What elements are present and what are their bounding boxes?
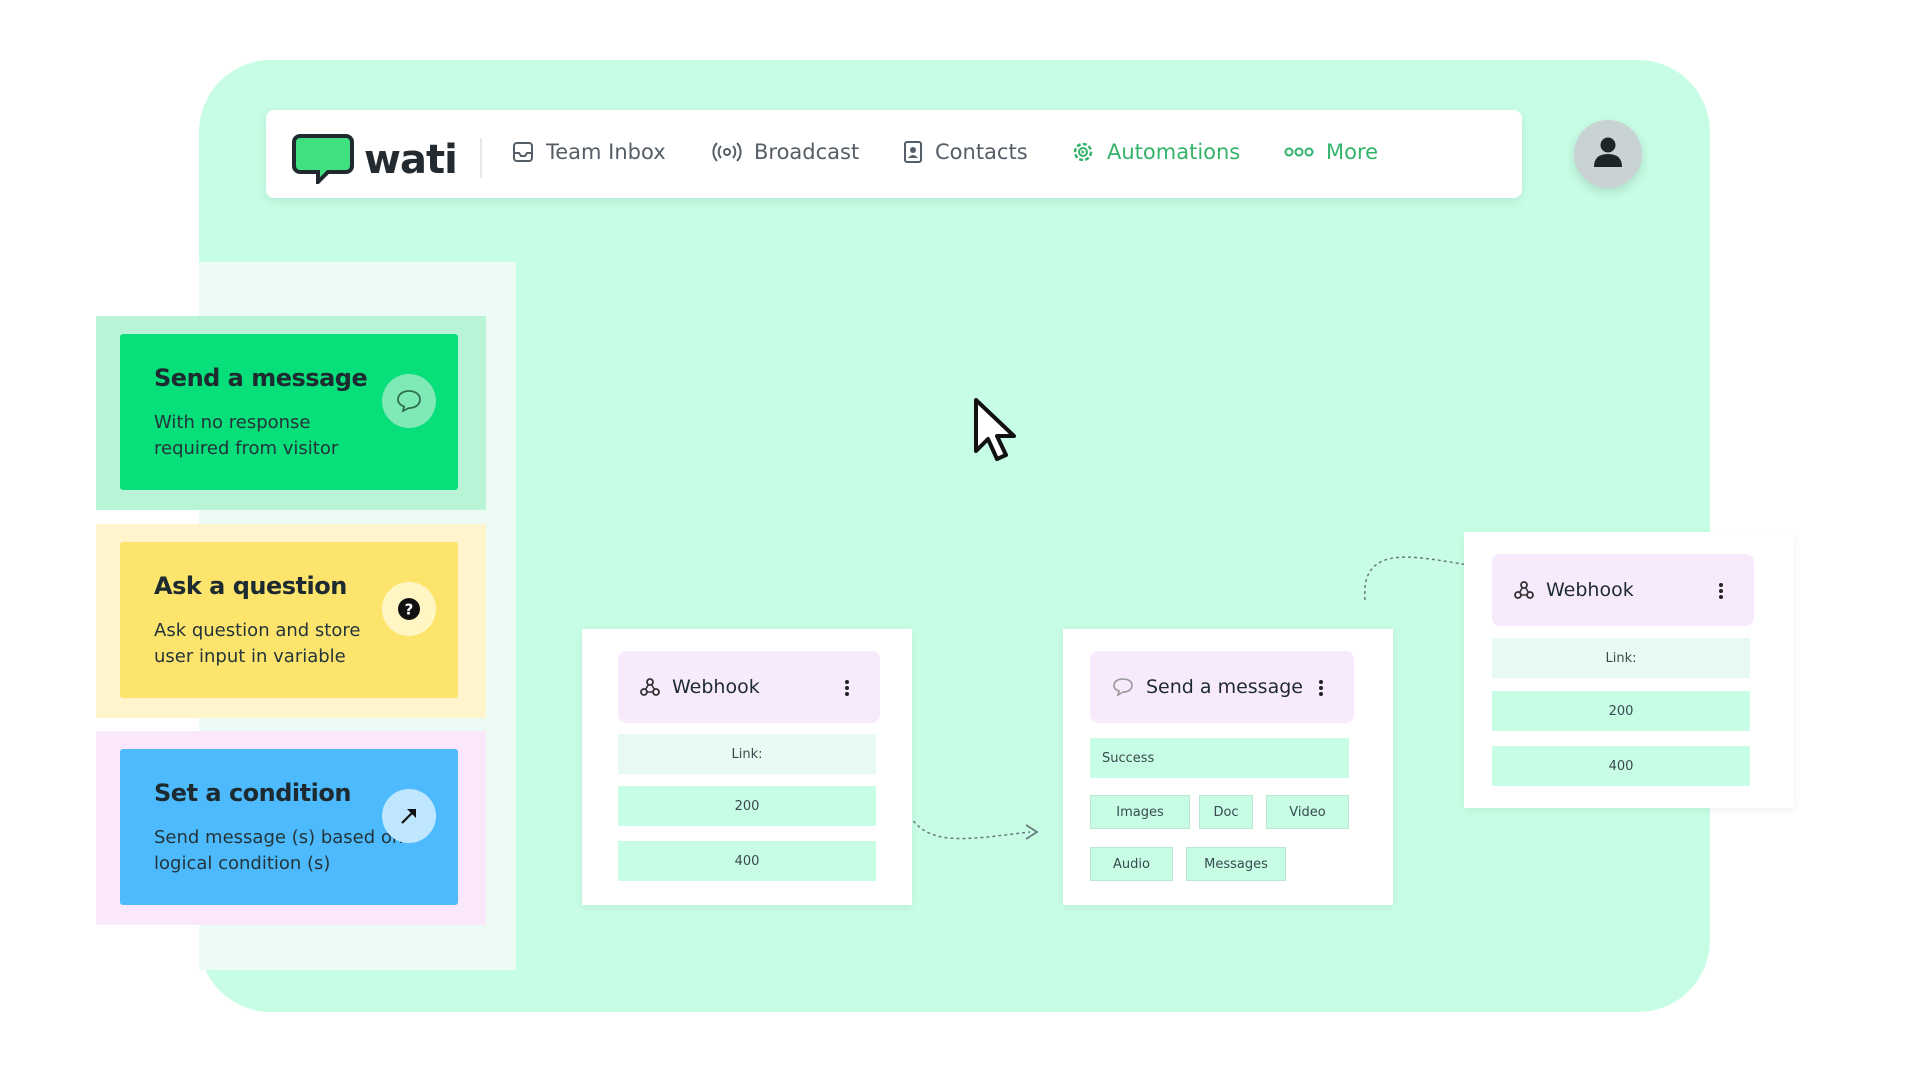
webhook-1-status-400[interactable]: 400	[618, 841, 876, 881]
kebab-menu-icon[interactable]	[1318, 679, 1324, 702]
chat-bubble-icon	[1112, 677, 1134, 697]
kebab-menu-icon[interactable]	[844, 679, 850, 702]
webhook-2-link-field[interactable]: Link:	[1492, 638, 1750, 678]
send-message-node-title: Send a message	[1146, 676, 1303, 698]
send-message-node-header[interactable]: Send a message	[1090, 651, 1354, 723]
webhook-2-status-200[interactable]: 200	[1492, 691, 1750, 731]
chip-messages[interactable]: Messages	[1186, 847, 1286, 881]
chip-audio[interactable]: Audio	[1090, 847, 1173, 881]
webhook-1-link-field[interactable]: Link:	[618, 734, 876, 774]
send-message-success-field[interactable]: Success	[1090, 738, 1349, 778]
webhook-node-2-title: Webhook	[1546, 579, 1634, 601]
webhook-icon	[1514, 580, 1534, 600]
webhook-1-status-200[interactable]: 200	[618, 786, 876, 826]
webhook-node-2[interactable]: Webhook Link: 200 400	[1464, 532, 1794, 808]
webhook-icon	[640, 677, 660, 697]
kebab-menu-icon[interactable]	[1718, 582, 1724, 605]
webhook-node-1-header[interactable]: Webhook	[618, 651, 880, 723]
webhook-2-status-400[interactable]: 400	[1492, 746, 1750, 786]
webhook-node-1-title: Webhook	[672, 676, 760, 698]
send-message-node[interactable]: Send a message Success Images Doc Video …	[1063, 629, 1393, 905]
mouse-cursor-icon	[973, 397, 1023, 469]
chip-images[interactable]: Images	[1090, 795, 1190, 829]
webhook-node-2-header[interactable]: Webhook	[1492, 554, 1754, 626]
chip-doc[interactable]: Doc	[1199, 795, 1253, 829]
webhook-node-1[interactable]: Webhook Link: 200 400	[582, 629, 912, 905]
chip-video[interactable]: Video	[1266, 795, 1349, 829]
